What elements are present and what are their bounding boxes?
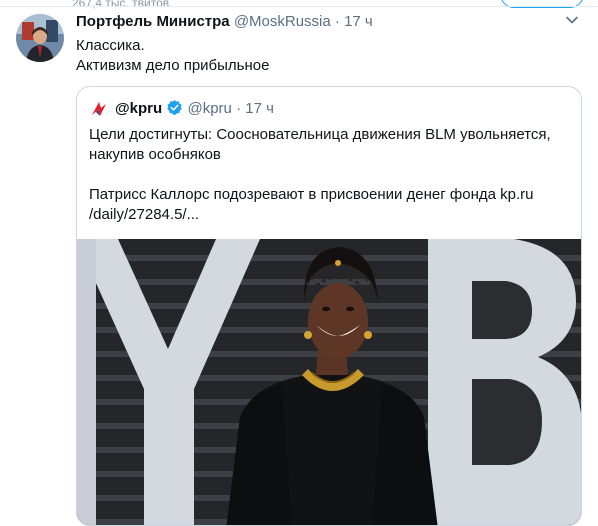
tweet-text-line: Активизм дело прибыльное	[76, 57, 270, 74]
verified-badge-icon	[167, 100, 183, 115]
quoted-paragraph: Патрисс Каллорс подозревают в присвоении…	[89, 186, 534, 223]
tweet-menu-button[interactable]	[562, 12, 582, 32]
quoted-media-image[interactable]	[77, 239, 581, 525]
quoted-tweet[interactable]: @kpru @kpru · 17 ч Цели достигнуты: Соос…	[76, 86, 582, 526]
tweet-count: 267,4 тыс. твитов	[72, 0, 170, 10]
quoted-author-name[interactable]: @kpru	[115, 100, 162, 117]
photo-illustration	[77, 239, 581, 525]
avatar[interactable]	[16, 14, 64, 62]
tweet-header: Портфель Министра @MoskRussia · 17 ч	[76, 13, 373, 33]
quoted-time[interactable]: 17 ч	[245, 100, 274, 117]
quoted-text: Цели достигнуты: Соосновательница движен…	[89, 125, 571, 225]
quoted-paragraph: Цели достигнуты: Соосновательница движен…	[89, 126, 551, 163]
quoted-header: @kpru @kpru · 17 ч	[115, 99, 274, 119]
author-handle[interactable]: @MoskRussia	[234, 13, 331, 30]
header-separator: ·	[334, 13, 340, 30]
chevron-down-icon	[566, 16, 578, 24]
author-name[interactable]: Портфель Министра	[76, 13, 230, 30]
quoted-separator: ·	[236, 100, 242, 117]
kp-logo-icon	[89, 99, 109, 119]
quoted-handle[interactable]: @kpru	[187, 100, 231, 117]
divider	[0, 6, 598, 7]
avatar-image	[16, 14, 64, 62]
tweet-time[interactable]: 17 ч	[344, 13, 373, 30]
tweet-text: Классика. Активизм дело прибыльное	[76, 36, 576, 76]
tweet-text-line: Классика.	[76, 37, 145, 54]
